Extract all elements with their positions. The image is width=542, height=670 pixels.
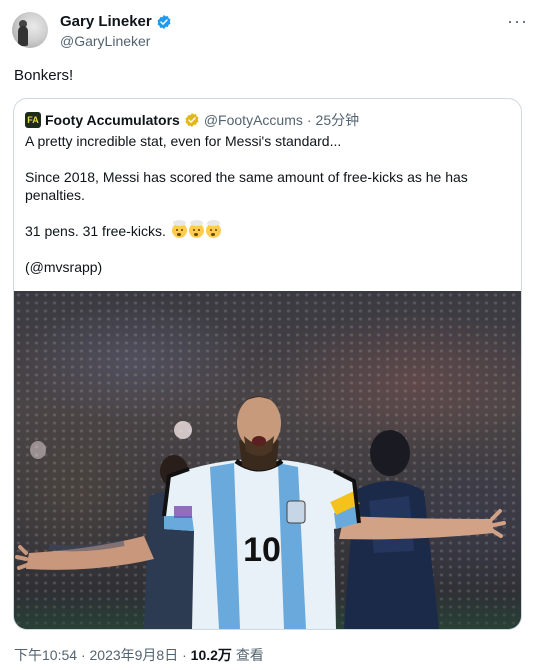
messi-player-figure: 10 [15,396,506,629]
quoted-tweet-photo[interactable]: 10 [14,291,521,629]
tweet-meta-row: 下午10:54 · 2023年9月8日 · 10.2万 查看 [14,645,264,665]
quoted-tweet-header: FA Footy Accumulators @FootyAccums · 25分… [25,110,359,130]
quoted-line-3-text: 31 pens. 31 free-kicks. [25,223,166,239]
quoted-tweet-body: A pretty incredible stat, even for Messi… [25,132,509,294]
quoted-line-1: A pretty incredible stat, even for Messi… [25,133,342,149]
meta-separator: · [80,647,86,663]
quoted-timestamp[interactable]: 25分钟 [316,110,360,130]
author-handle[interactable]: @GaryLineker [60,33,150,49]
quoted-author-handle[interactable]: @FootyAccums [204,112,303,128]
tweet-header: Gary Lineker @GaryLineker ··· [12,12,530,52]
exploding-head-emoji-icon [188,220,204,238]
views-label: 查看 [235,647,264,663]
quoted-line-3: 31 pens. 31 free-kicks. [25,220,509,240]
views-count: 10.2万 [190,647,232,663]
quoted-separator: · [306,112,312,128]
jersey-number: 10 [243,531,281,569]
quoted-tweet-card[interactable]: FA Footy Accumulators @FootyAccums · 25分… [13,98,522,630]
meta-separator-2: · [182,647,187,663]
verified-badge-icon [157,14,171,29]
tweet-time[interactable]: 下午10:54 [14,647,77,663]
exploding-head-emoji-group [170,220,221,240]
exploding-head-emoji-icon [171,220,187,238]
gold-verified-badge-icon [185,113,199,127]
exploding-head-emoji-icon [205,220,221,238]
quoted-line-4: (@mvsrapp) [25,259,103,275]
quoted-author-avatar[interactable]: FA [25,112,41,128]
avatar[interactable] [12,12,48,48]
more-icon[interactable]: ··· [507,12,528,30]
tweet-date[interactable]: 2023年9月8日 [90,647,179,663]
quoted-author-name[interactable]: Footy Accumulators [45,112,180,128]
author-name[interactable]: Gary Lineker [60,13,152,30]
quoted-line-2: Since 2018, Messi has scored the same am… [25,169,468,203]
author-name-row: Gary Lineker [60,13,172,30]
tweet-text: Bonkers! [14,67,74,84]
